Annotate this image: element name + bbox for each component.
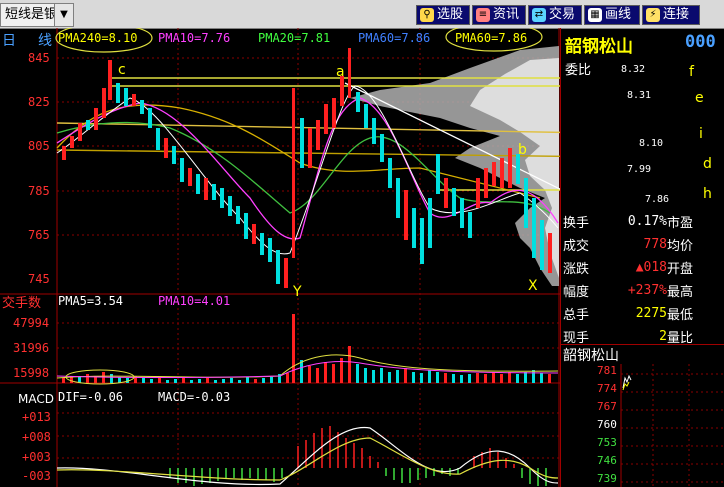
stock-code: 000: [685, 32, 716, 52]
connect-button[interactable]: ⚡ 连接: [642, 5, 700, 25]
y-tick-745: 745: [28, 272, 50, 286]
news-icon: ≡: [476, 8, 490, 22]
stat-label: 总手: [563, 308, 590, 323]
right-panel: 韶钢松山 000 委比 8.32 f 8.31 e 8.10 i 7.99 d …: [560, 28, 724, 487]
macd-tick-008: +008: [22, 430, 51, 444]
annotation-c: c: [118, 62, 126, 78]
draw-icon: ▦: [588, 8, 602, 22]
stat-row-total: 总手 2275 最低: [563, 302, 723, 325]
mini-tick-746: 746: [597, 454, 617, 467]
mini-chart[interactable]: [561, 364, 724, 487]
connect-icon: ⚡: [646, 8, 660, 22]
macd-value-label: MACD=-0.03: [158, 390, 231, 404]
select-stock-button[interactable]: ⚲ 选股: [416, 5, 470, 25]
y-tick-845: 845: [28, 51, 50, 65]
stat-right-label: 最低: [667, 308, 694, 323]
annotation-b: b: [518, 142, 527, 158]
mini-tick-767: 767: [597, 400, 617, 413]
stat-row-change: 涨跌 ▲018 开盘: [563, 256, 723, 279]
stat-value: ▲018: [635, 260, 667, 275]
stat-value: 2: [659, 329, 667, 344]
stock-name: 韶钢松山: [565, 37, 633, 57]
ma10-label: PMA10=7.76: [158, 31, 231, 45]
level-f-value: 8.32: [621, 64, 646, 75]
level-d-tag: d: [703, 156, 712, 172]
dropdown-arrow-icon[interactable]: ▼: [54, 3, 74, 27]
stat-label: 成交: [563, 239, 590, 254]
ma60-blue-label: PMA60=7.86: [358, 31, 431, 45]
macd-dif-label: DIF=-0.06: [58, 390, 124, 404]
trade-icon: ⇄: [532, 8, 546, 22]
stats-table: 换手 0.17% 市盈 成交 778 均价 涨跌 ▲018 开盘 幅度 +237…: [563, 210, 723, 348]
ma240-label: PMA240=8.10: [58, 31, 138, 45]
stat-row-amplitude: 幅度 +237% 最高: [563, 279, 723, 302]
macd-tick-003-pos: +003: [22, 450, 51, 464]
mini-tick-753: 753: [597, 436, 617, 449]
y-tick-805: 805: [28, 139, 50, 153]
mini-tick-774: 774: [597, 382, 617, 395]
stat-row-turnover: 换手 0.17% 市盈: [563, 210, 723, 233]
y-tick-825: 825: [28, 95, 50, 109]
chart-canvas[interactable]: [0, 28, 560, 487]
app-title-field[interactable]: 短线是银: [0, 3, 63, 27]
trade-button[interactable]: ⇄ 交易: [528, 5, 582, 25]
level-i-tag: i: [699, 126, 703, 142]
level-h-value: 7.86: [645, 194, 670, 205]
stat-label: 幅度: [563, 285, 590, 300]
stat-value: +237%: [627, 283, 667, 298]
news-button[interactable]: ≡ 资讯: [472, 5, 526, 25]
stat-right-label: 均价: [667, 239, 694, 254]
mini-chart-title: 韶钢松山: [563, 348, 619, 364]
stat-row-volume: 成交 778 均价: [563, 233, 723, 256]
volume-title: 交手数: [2, 296, 42, 311]
volume-ma5-label: PMA5=3.54: [58, 294, 124, 308]
stat-label: 换手: [563, 216, 590, 231]
macd-tick-013: +013: [22, 410, 51, 424]
ma60-yellow-label: PMA60=7.86: [455, 31, 528, 45]
volume-ma10-label: PMA10=4.01: [158, 294, 231, 308]
y-tick-785: 785: [28, 184, 50, 198]
stat-right-label: 开盘: [667, 262, 694, 277]
macd-title: MACD: [18, 392, 54, 406]
top-toolbar: 短线是银 ▼ ⚲ 选股 ≡ 资讯 ⇄ 交易 ▦ 画线 ⚡ 连接: [0, 0, 724, 29]
ma20-label: PMA20=7.81: [258, 31, 331, 45]
level-h-tag: h: [703, 186, 712, 202]
stat-right-label: 市盈: [667, 216, 694, 231]
level-e-value: 8.31: [627, 90, 652, 101]
level-i-value: 8.10: [639, 138, 664, 149]
y-tick-765: 765: [28, 228, 50, 242]
mini-tick-739: 739: [597, 472, 617, 485]
stat-label: 涨跌: [563, 262, 590, 277]
annotation-y: Y: [293, 284, 302, 300]
mini-tick-760: 760: [597, 418, 617, 431]
stat-value: 0.17%: [627, 214, 667, 229]
line-label: 线: [38, 33, 52, 49]
draw-line-label: 画线: [605, 7, 632, 22]
stat-value: 778: [643, 237, 667, 252]
select-stock-label: 选股: [437, 7, 464, 22]
news-label: 资讯: [493, 7, 520, 22]
volume-tick-31996: 31996: [13, 341, 50, 355]
macd-histogram: [169, 426, 547, 486]
level-e-tag: e: [695, 90, 704, 106]
volume-tick-47994: 47994: [13, 316, 50, 330]
search-icon: ⚲: [420, 8, 434, 22]
macd-tick-003-neg: -003: [22, 469, 51, 483]
annotation-a: a: [336, 64, 345, 80]
period-label: 日: [2, 33, 16, 49]
annotation-x: X: [528, 278, 538, 294]
volume-tick-15998: 15998: [13, 366, 50, 380]
commission-ratio-label: 委比: [565, 63, 592, 78]
level-f-tag: f: [689, 64, 694, 80]
connect-label: 连接: [663, 7, 690, 22]
level-d-value: 7.99: [627, 164, 652, 175]
stat-value: 2275: [635, 306, 667, 321]
stat-right-label: 最高: [667, 285, 694, 300]
draw-line-button[interactable]: ▦ 画线: [584, 5, 640, 25]
trade-label: 交易: [549, 7, 576, 22]
mini-tick-781: 781: [597, 364, 617, 377]
